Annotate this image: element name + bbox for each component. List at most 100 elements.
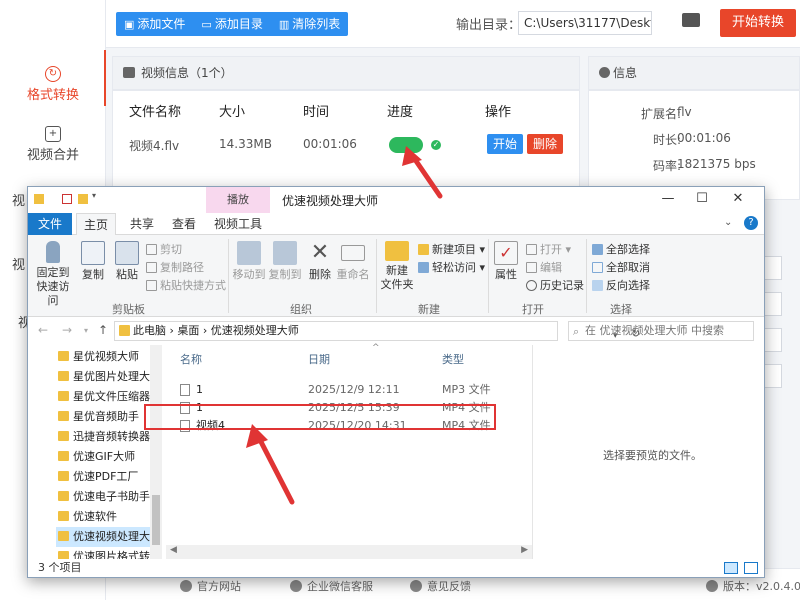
folder-icon: ▭ <box>201 18 212 31</box>
tab-video-tools[interactable]: 视频工具 <box>206 213 270 235</box>
audio-file-icon <box>180 384 190 396</box>
easy-access-label: 轻松访问 <box>432 261 476 274</box>
large-icons-view-icon[interactable] <box>744 562 758 574</box>
nav-item[interactable]: 优速GIF大师 <box>58 447 154 467</box>
tab-file[interactable]: 文件 <box>28 213 72 235</box>
clear-list-button[interactable]: ▥ 清除列表 <box>271 12 348 36</box>
open-icon <box>526 244 537 255</box>
address-input[interactable]: 此电脑 › 桌面 › 优速视频处理大师 ▾ ↻ <box>114 321 640 341</box>
open-folder-icon[interactable] <box>682 13 700 27</box>
forward-arrow-icon[interactable]: → <box>62 323 72 337</box>
nav-scrollbar[interactable] <box>150 345 162 559</box>
clear-list-label: 清除列表 <box>292 17 341 31</box>
file-row[interactable]: 1 2025/12/9 12:11 MP3 文件 <box>170 381 510 399</box>
maximize-icon[interactable]: ☐ <box>692 190 712 208</box>
play-context-tab[interactable]: 播放 <box>206 187 270 213</box>
properties-button[interactable]: ✓ 属性 <box>492 241 520 282</box>
col-header-type[interactable]: 类型 <box>442 351 464 367</box>
add-dir-button[interactable]: ▭ 添加目录 <box>193 12 270 36</box>
nav-item[interactable]: 星优图片处理大 <box>58 367 154 387</box>
nav-item[interactable]: 星优视频大师 <box>58 347 154 367</box>
nav-item[interactable]: 优速图片格式转 <box>58 547 154 559</box>
new-folder-icon <box>385 241 409 261</box>
row-delete-button[interactable]: 删除 <box>527 134 563 154</box>
delete-x-icon: ✕ <box>310 240 330 265</box>
delete-label: 删除 <box>309 268 331 281</box>
copy-to-button[interactable]: 复制到 <box>268 241 302 282</box>
official-site-link[interactable]: 官方网站 <box>180 578 241 594</box>
add-file-icon: ▣ <box>124 18 135 31</box>
nav-item[interactable]: 优速PDF工厂 <box>58 467 154 487</box>
cut-button[interactable]: 剪切 <box>146 241 182 257</box>
copy-button[interactable]: 复制 <box>78 241 108 282</box>
scroll-left-icon[interactable]: ◀ <box>170 545 177 555</box>
nav-item[interactable]: 优速软件 <box>58 507 154 527</box>
new-folder-icon[interactable] <box>78 194 88 204</box>
scroll-right-icon[interactable]: ▶ <box>521 545 528 555</box>
info-title: 信息 <box>613 66 638 80</box>
copy-path-button[interactable]: 复制路径 <box>146 259 204 275</box>
recent-dropdown-icon[interactable]: ▾ <box>84 326 88 335</box>
select-none-button[interactable]: 全部取消 <box>592 259 650 275</box>
easy-access-button[interactable]: 轻松访问 ▾ <box>418 259 485 275</box>
add-file-button[interactable]: ▣ 添加文件 <box>116 12 193 36</box>
video-row-size: 14.33MB <box>219 137 272 151</box>
nav-item[interactable]: 优速电子书助手 <box>58 487 154 507</box>
info-value: 1821375 bps <box>677 157 756 171</box>
group-new-label: 新建 <box>418 303 440 316</box>
highlight-box <box>144 404 496 430</box>
paste-button[interactable]: 粘贴 <box>112 241 142 282</box>
nav-scroll-thumb[interactable] <box>152 495 160 545</box>
paste-shortcut-button[interactable]: 粘贴快捷方式 <box>146 277 226 293</box>
col-header-date[interactable]: 日期 <box>308 351 330 367</box>
output-path-field[interactable]: C:\Users\31177\Deskto <box>518 11 652 35</box>
delete-button[interactable]: ✕ 删除 <box>306 241 334 282</box>
tab-view[interactable]: 查看 <box>164 213 204 235</box>
col-header-name[interactable]: 名称 <box>180 351 202 367</box>
file-type: MP3 文件 <box>442 383 491 396</box>
back-arrow-icon[interactable]: ← <box>38 323 48 337</box>
rename-button[interactable]: 重命名 <box>336 241 370 282</box>
collapse-ribbon-icon[interactable]: ⌄ <box>724 217 732 228</box>
search-input[interactable]: ⌕ 在 优速视频处理大师 中搜索 <box>568 321 754 341</box>
select-none-icon <box>592 262 603 273</box>
sidebar-item-format-convert[interactable]: ↻ 格式转换 <box>0 58 106 118</box>
open-button[interactable]: 打开 ▾ <box>526 241 571 257</box>
invert-selection-button[interactable]: 反向选择 <box>592 277 650 293</box>
horizontal-scrollbar[interactable]: ◀ ▶ <box>166 545 532 559</box>
move-to-icon <box>237 241 261 265</box>
move-to-button[interactable]: 移动到 <box>232 241 266 282</box>
ribbon-separator <box>586 239 587 313</box>
pin-quick-access-button[interactable]: 固定到 快速访问 <box>32 241 74 308</box>
nav-item[interactable]: 星优文件压缩器 <box>58 387 154 407</box>
up-arrow-icon[interactable]: ↑ <box>98 323 108 337</box>
wechat-service-link[interactable]: 企业微信客服 <box>290 578 373 594</box>
feedback-link[interactable]: 意见反馈 <box>410 578 471 594</box>
nav-item[interactable]: 星优音频助手 <box>58 407 154 427</box>
sidebar-item-video-merge[interactable]: + 视频合并 <box>0 118 106 178</box>
customize-qa-icon[interactable]: ▾ <box>92 191 102 201</box>
nav-item-selected[interactable]: 优速视频处理大 <box>56 527 152 547</box>
edit-label: 编辑 <box>540 261 562 274</box>
globe-icon <box>180 580 192 592</box>
start-convert-button[interactable]: 开始转换 <box>720 9 796 37</box>
new-folder-button[interactable]: 新建 文件夹 <box>380 241 414 292</box>
tab-home[interactable]: 主页 <box>76 213 116 236</box>
nav-item-label: 优速软件 <box>73 510 117 523</box>
help-icon[interactable]: ? <box>744 216 758 230</box>
close-icon[interactable]: ✕ <box>728 190 748 208</box>
new-item-button[interactable]: 新建项目 ▾ <box>418 241 485 257</box>
details-view-icon[interactable] <box>724 562 738 574</box>
wechat-icon <box>290 580 302 592</box>
edit-button[interactable]: 编辑 <box>526 259 562 275</box>
nav-item[interactable]: 迅捷音频转换器 <box>58 427 154 447</box>
select-all-button[interactable]: 全部选择 <box>592 241 650 257</box>
tab-share[interactable]: 共享 <box>122 213 162 235</box>
minimize-icon[interactable]: — <box>658 190 678 208</box>
properties-icon[interactable] <box>62 194 72 204</box>
nav-item-label: 优速图片格式转 <box>73 550 150 559</box>
history-button[interactable]: 历史记录 <box>526 277 584 293</box>
folder-icon <box>34 194 44 204</box>
row-start-button[interactable]: 开始 <box>487 134 523 154</box>
version-label: 版本：v2.0.4.0 <box>723 580 800 593</box>
